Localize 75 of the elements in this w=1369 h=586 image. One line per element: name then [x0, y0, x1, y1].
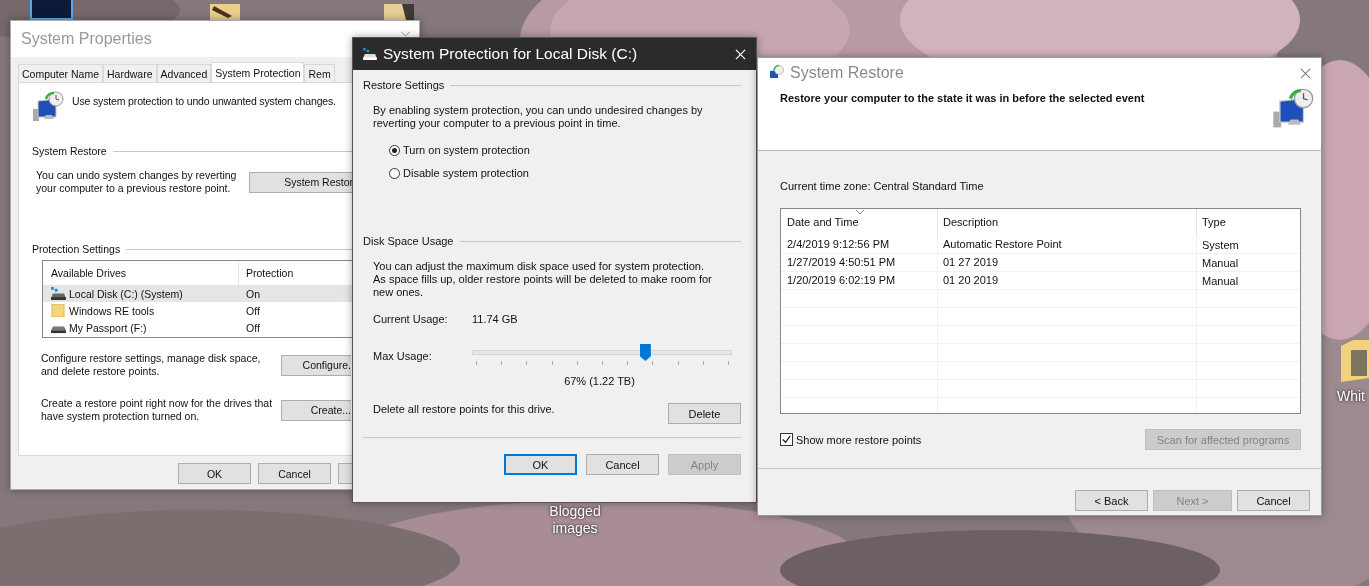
protection-status: Off: [245, 304, 260, 317]
monitor-clock-icon: [32, 91, 64, 123]
table-cell: 1/27/2019 4:50:51 PM: [781, 254, 938, 271]
dialog-button[interactable]: Cancel: [258, 463, 331, 484]
column-header[interactable]: Type: [1197, 209, 1299, 236]
field-label: Current Usage:: [373, 313, 449, 325]
create-button[interactable]: Create...: [281, 399, 351, 421]
delete-button[interactable]: Delete: [668, 403, 741, 424]
drive-row[interactable]: Local Disk (C:) (System) On: [43, 285, 352, 302]
table-cell: 01 20 2019: [938, 272, 1197, 289]
system-restore-button[interactable]: System Restor: [249, 171, 352, 193]
monitor-clock-icon: [1271, 88, 1315, 130]
tab[interactable]: Advanced: [156, 64, 212, 82]
tab[interactable]: System Protection: [211, 62, 305, 82]
tab[interactable]: Computer Name: [18, 64, 104, 82]
table-cell: 01 27 2019: [938, 254, 1197, 271]
table-cell-text: Manual: [1201, 274, 1240, 287]
dialog-button[interactable]: OK: [178, 463, 251, 484]
drive-name: Local Disk (C:) (System): [69, 287, 183, 300]
window-title: System Properties: [21, 30, 153, 48]
image-thumbnail-icon[interactable]: [210, 4, 240, 20]
protection-status: On: [245, 287, 260, 300]
radio-label[interactable]: Disable system protection: [403, 167, 529, 179]
field-label: Max Usage:: [373, 350, 433, 362]
dialog-button[interactable]: Cancel: [586, 454, 659, 475]
column-header[interactable]: Protection: [239, 267, 294, 279]
app-icon[interactable]: [30, 0, 73, 20]
description-text: Configure restore settings, manage disk space, and delete restore points.: [41, 352, 262, 378]
slider-thumb[interactable]: [639, 344, 651, 361]
section-heading: Disk Space Usage: [363, 235, 454, 247]
drive-row[interactable]: Windows RE tools Off: [43, 302, 352, 319]
table-cell: 1/20/2019 6:02:19 PM: [781, 272, 938, 289]
disk-drive-icon: [363, 48, 377, 60]
protection-status: Off: [245, 321, 260, 334]
tab[interactable]: Hardware: [103, 64, 157, 82]
table-cell-text: System: [1201, 238, 1240, 251]
drive-row[interactable]: My Passport (F:) Off: [43, 319, 352, 336]
column-header[interactable]: Date and Time: [781, 209, 938, 236]
table-cell: Automatic Restore Point: [938, 236, 1197, 253]
drive-name: Windows RE tools: [69, 304, 155, 317]
description-text: Delete all restore points for this drive.: [373, 403, 555, 415]
time-zone-text: Current time zone: Central Standard Time: [780, 180, 985, 192]
intro-text: Use system protection to undo unwanted system changes.: [72, 95, 336, 107]
folder-icon[interactable]: [1339, 338, 1369, 382]
monitor-clock-icon: [768, 65, 784, 81]
table-cell-text: Manual: [1201, 256, 1240, 269]
wizard-button[interactable]: < Back: [1075, 490, 1148, 511]
checkbox[interactable]: [780, 433, 793, 446]
radio-label[interactable]: Turn on system protection: [403, 144, 530, 156]
window-title: System Protection for Local Disk (C:): [383, 45, 639, 63]
radio-button[interactable]: [389, 144, 400, 156]
section-heading: System Restore: [32, 145, 107, 157]
disk-drive-icon: [51, 287, 66, 300]
drive-name: My Passport (F:): [69, 321, 147, 334]
configure-button[interactable]: Configure.: [281, 354, 351, 376]
radio-button[interactable]: [389, 167, 400, 179]
description-text: You can adjust the maximum disk space used for system protection. As space fills up, older restore points will be deleted to make room for new ones.: [373, 260, 713, 299]
section-heading: Restore Settings: [363, 79, 445, 91]
usage-value: 11.74 GB: [472, 313, 518, 325]
sort-caret-icon[interactable]: [856, 210, 864, 215]
slider-reading: 67% (1.22 TB): [564, 375, 635, 387]
table-cell: 2/4/2019 9:12:56 PM: [781, 236, 938, 253]
checkbox-label[interactable]: Show more restore points: [796, 433, 922, 446]
description-text: Create a restore point right now for the drives that have system protection turned on.: [41, 397, 274, 423]
column-header[interactable]: Description: [938, 209, 1197, 236]
image-thumbnail-icon[interactable]: [384, 4, 414, 20]
dialog-button[interactable]: OK: [504, 454, 577, 475]
description-text: You can undo system changes by reverting your computer to a previous restore point.: [36, 169, 238, 195]
folder-icon: [51, 304, 66, 317]
dialog-heading: Restore your computer to the state it was in before the selected event: [780, 92, 1145, 106]
wizard-button[interactable]: Cancel: [1237, 490, 1310, 511]
section-heading: Protection Settings: [32, 243, 121, 255]
description-text: By enabling system protection, you can undo undesired changes by reverting your computer to a previous point in time.: [373, 104, 704, 130]
tab[interactable]: Rem: [304, 64, 335, 82]
window-title: System Restore: [790, 64, 905, 82]
